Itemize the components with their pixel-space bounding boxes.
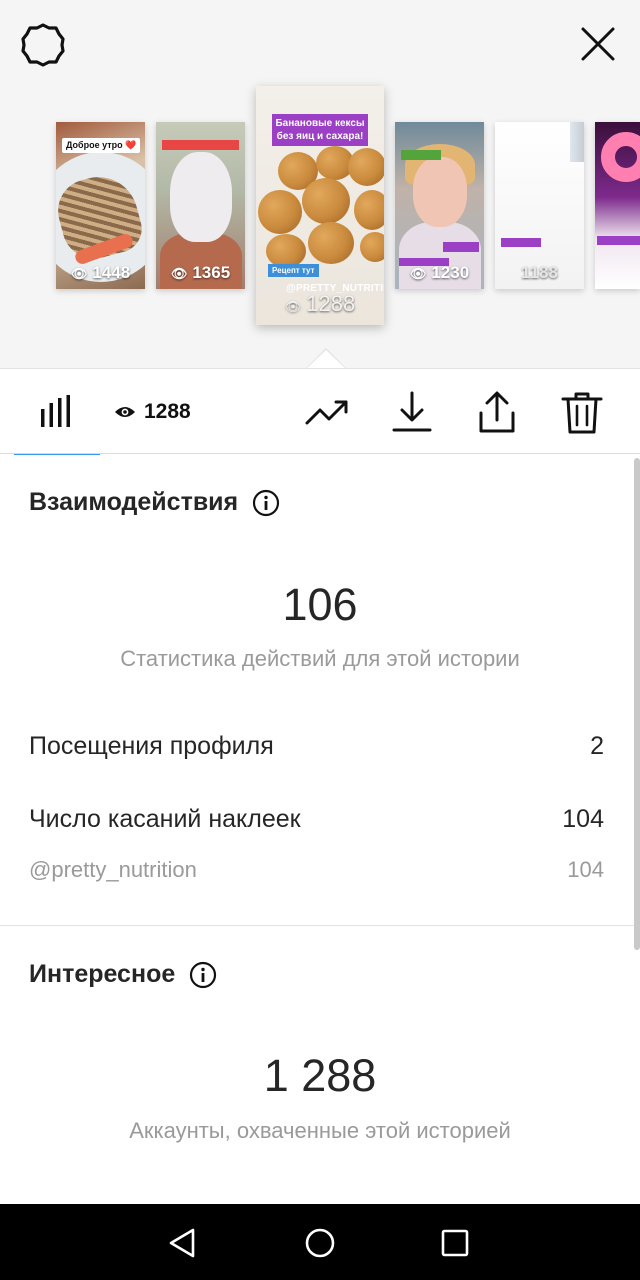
- stat-value: 104: [562, 805, 604, 833]
- story-views: 1188: [521, 263, 558, 282]
- story-sticker: Рецепт тут: [268, 264, 319, 277]
- story-thumbnail[interactable]: 1188: [495, 122, 584, 289]
- story-caption: Банановые кексы без яиц и сахара!: [272, 114, 368, 146]
- story-views: 👁 1448: [70, 263, 131, 282]
- section-divider: [0, 925, 634, 926]
- discovery-section-header: Интересное: [29, 960, 217, 989]
- stat-label: Число касаний наклеек: [29, 805, 301, 833]
- nav-back-icon[interactable]: [166, 1226, 200, 1260]
- story-carousel: Доброе утро ❤️ 👁 1448 👁 1365 Банановые кек…: [0, 0, 640, 368]
- stat-row-sticker-taps: Число касаний наклеек 104: [29, 805, 604, 834]
- tab-insights[interactable]: [14, 369, 100, 456]
- story-views: 👁 1365: [170, 263, 231, 282]
- story-views: 👁 1230: [409, 263, 470, 282]
- trend-icon[interactable]: [304, 389, 350, 435]
- story-views: 👁 1288: [284, 291, 356, 316]
- story-thumbnail[interactable]: Доброе утро ❤️ 👁 1448: [56, 122, 145, 289]
- eye-icon: 👁: [284, 299, 302, 314]
- discovery-total: 1 288: [263, 1050, 377, 1101]
- bar-chart-icon: [41, 395, 70, 427]
- insights-toolbar: 1288: [0, 368, 640, 456]
- eye-icon: 👁: [70, 266, 88, 281]
- interactions-caption: Статистика действий для этой истории: [120, 646, 520, 671]
- story-thumbnail[interactable]: 👁 1230: [395, 122, 484, 289]
- system-nav-bar: [0, 1204, 640, 1280]
- share-icon[interactable]: [474, 389, 520, 435]
- stat-value: 104: [567, 857, 604, 882]
- info-icon[interactable]: [252, 489, 280, 517]
- story-thumbnail[interactable]: 👁 1365: [156, 122, 245, 289]
- story-image: [570, 122, 584, 162]
- stat-row-profile-visits: Посещения профиля 2: [29, 732, 604, 761]
- eye-icon: 👁: [170, 266, 188, 281]
- views-count-label: 1288: [144, 400, 191, 423]
- scrollbar[interactable]: [634, 458, 640, 950]
- interactions-section-header: Взаимодействия: [29, 488, 280, 517]
- close-icon[interactable]: [578, 24, 618, 64]
- download-icon[interactable]: [389, 389, 435, 435]
- nav-home-icon[interactable]: [303, 1226, 337, 1260]
- viewers-button[interactable]: 1288: [114, 399, 191, 425]
- section-title: Взаимодействия: [29, 488, 239, 516]
- stat-label: Посещения профиля: [29, 732, 274, 760]
- eye-icon: [115, 407, 135, 417]
- discovery-caption: Аккаунты, охваченные этой историей: [129, 1118, 511, 1143]
- interactions-total: 106: [282, 579, 358, 630]
- story-caption: Доброе утро ❤️: [62, 138, 141, 153]
- story-thumbnail-selected[interactable]: Банановые кексы без яиц и сахара! Рецепт…: [256, 86, 384, 325]
- gear-icon[interactable]: [20, 22, 66, 68]
- section-title: Интересное: [29, 960, 176, 988]
- stat-row-mention[interactable]: @pretty_nutrition 104: [29, 857, 604, 883]
- info-icon[interactable]: [189, 961, 217, 989]
- nav-recent-icon[interactable]: [438, 1226, 472, 1260]
- story-image: [601, 132, 640, 182]
- stat-value: 2: [590, 732, 604, 760]
- story-thumbnail[interactable]: [595, 122, 640, 289]
- eye-icon: 👁: [409, 266, 427, 281]
- trash-icon[interactable]: [559, 389, 605, 435]
- stat-label: @pretty_nutrition: [29, 857, 197, 882]
